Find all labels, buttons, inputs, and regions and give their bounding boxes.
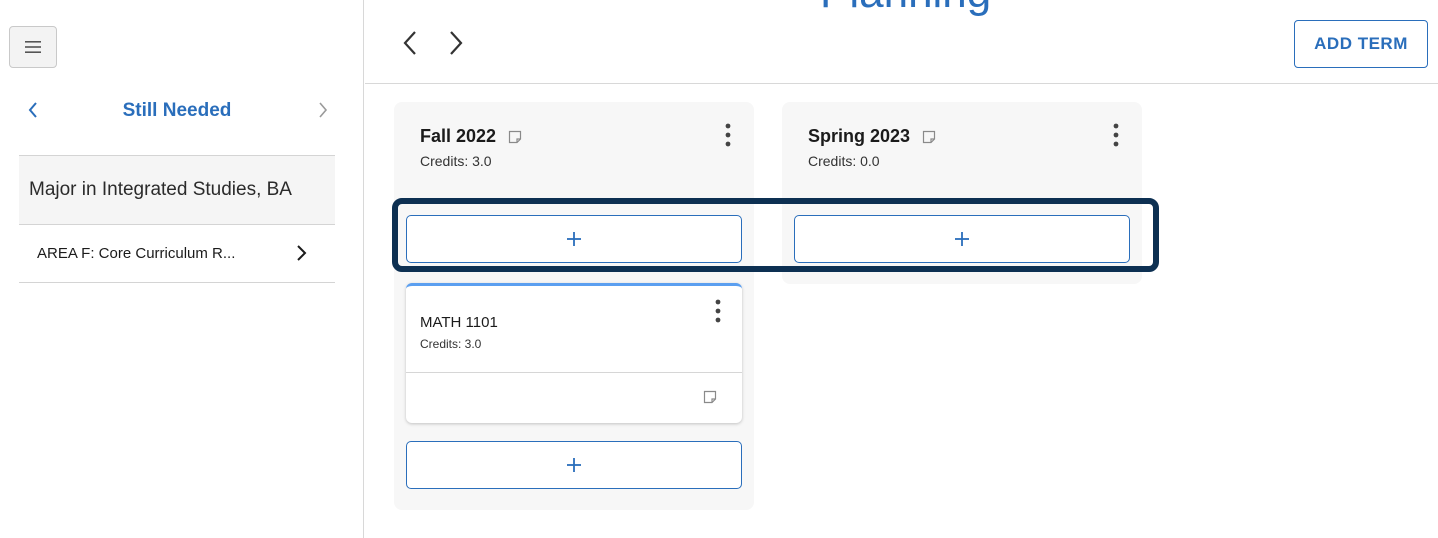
course-credits: Credits: 3.0 [420,337,482,351]
term-credits: Credits: 3.0 [420,153,492,169]
chevron-right-icon [450,31,463,55]
kebab-icon [1113,123,1119,147]
term-header: Spring 2023 Credits: 0.0 [808,126,937,169]
still-needed-prev-button[interactable] [21,96,45,124]
term-options-button[interactable] [718,120,738,150]
note-icon[interactable] [921,129,937,145]
term-column-spring: Spring 2023 Credits: 0.0 [782,102,1142,284]
term-header: Fall 2022 Credits: 3.0 [420,126,523,169]
course-title: MATH 1101 [420,314,498,331]
plus-icon [567,458,581,472]
chevron-right-icon [297,245,307,261]
kebab-icon [725,123,731,147]
course-options-button[interactable] [708,296,728,326]
note-icon[interactable] [507,129,523,145]
plus-icon [955,232,969,246]
chevron-right-icon [319,102,328,118]
requirement-item-label: AREA F: Core Curriculum R... [37,245,236,262]
still-needed-nav: Still Needed [19,88,335,134]
add-term-button[interactable]: ADD TERM [1294,20,1428,68]
add-course-top-button[interactable] [406,215,742,263]
term-credits: Credits: 0.0 [808,153,880,169]
still-needed-next-button[interactable] [311,96,335,124]
term-column-fall: Fall 2022 Credits: 3.0 MATH 1101 Credits… [394,102,754,510]
plan-toolbar: ADD TERM [365,0,1438,84]
chevron-left-icon [403,31,416,55]
chevron-left-icon [28,102,37,118]
requirement-group-header: Major in Integrated Studies, BA [19,155,335,225]
hamburger-icon [25,41,41,53]
plus-icon [567,232,581,246]
sidebar: Still Needed Major in Integrated Studies… [0,0,364,538]
add-course-top-button[interactable] [794,215,1130,263]
hamburger-menu-button[interactable] [9,26,57,68]
requirement-item[interactable]: AREA F: Core Curriculum R... [19,225,335,283]
still-needed-title: Still Needed [122,100,232,121]
term-name: Spring 2023 [808,126,911,146]
kebab-icon [715,299,721,323]
term-name: Fall 2022 [420,126,497,146]
previous-terms-button[interactable] [395,26,425,60]
requirement-group-label: Major in Integrated Studies, BA [29,179,292,200]
course-card[interactable]: MATH 1101 Credits: 3.0 [406,283,742,423]
course-divider [406,372,742,373]
add-course-bottom-button[interactable] [406,441,742,489]
next-terms-button[interactable] [441,26,471,60]
term-options-button[interactable] [1106,120,1126,150]
note-icon[interactable] [702,389,718,405]
